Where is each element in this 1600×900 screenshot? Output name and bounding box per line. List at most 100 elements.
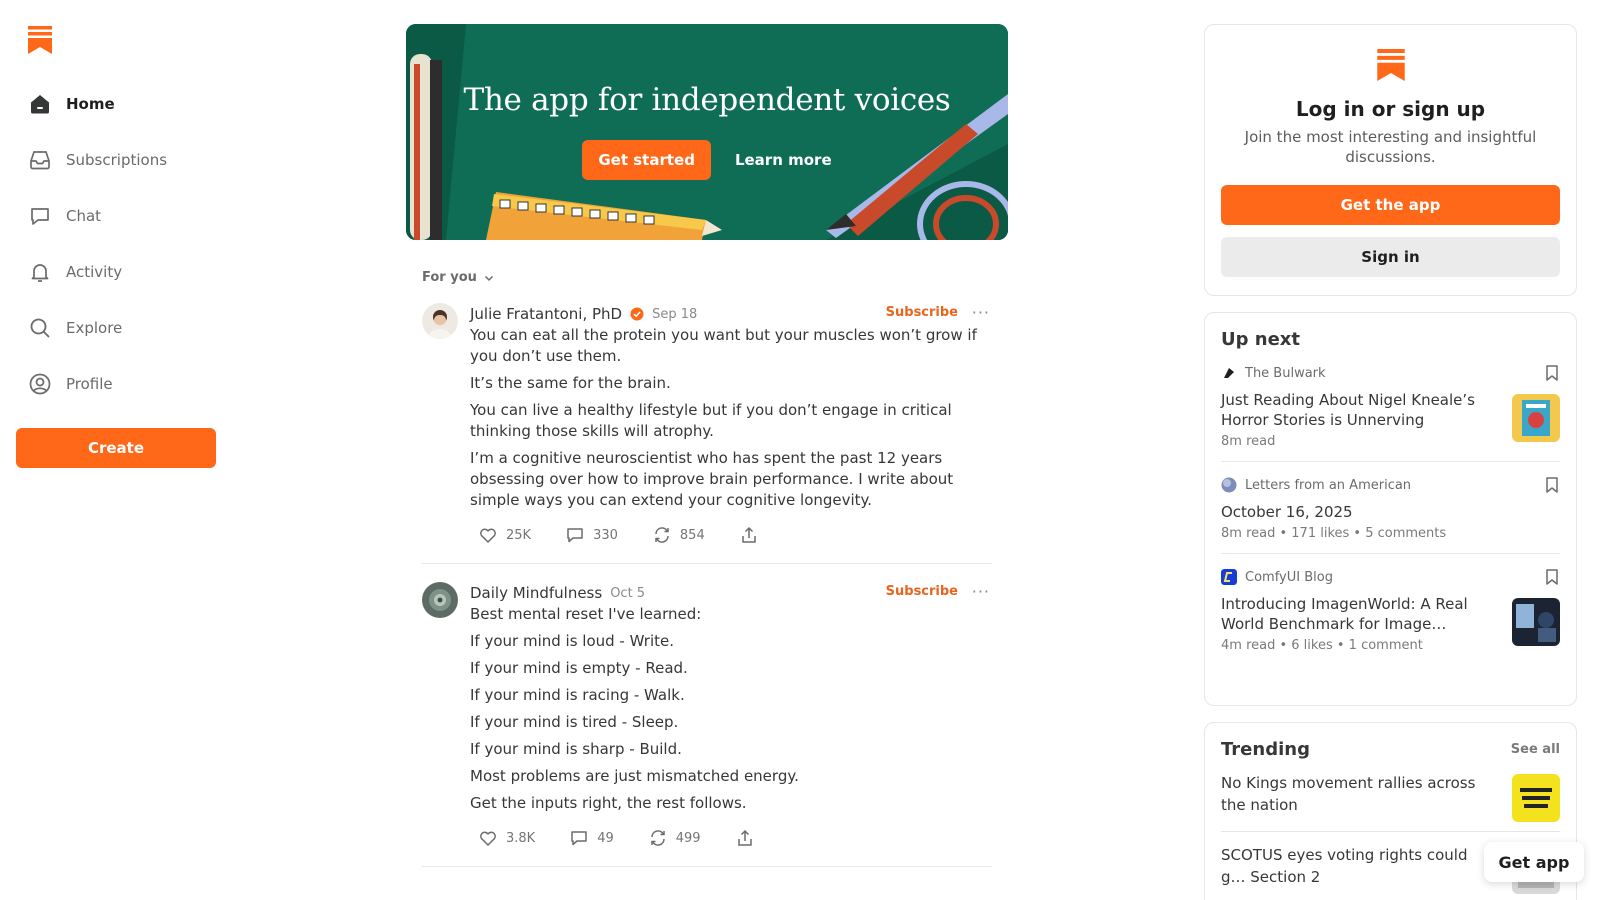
feed-filter-dropdown[interactable]: For you	[422, 270, 512, 285]
trending-title-text[interactable]: SCOTUS eyes voting rights could g… Secti…	[1221, 844, 1491, 888]
article-title[interactable]: October 16, 2025	[1221, 502, 1491, 522]
trending-title-text[interactable]: No Kings movement rallies across the nat…	[1221, 772, 1491, 816]
bookmark-icon[interactable]	[1544, 568, 1560, 586]
like-count: 3.8K	[506, 830, 536, 846]
share-button[interactable]	[731, 521, 767, 549]
post-author[interactable]: Julie Fratantoni, PhD	[470, 305, 622, 323]
sign-in-button[interactable]: Sign in	[1221, 237, 1560, 277]
nav-item-home[interactable]: Home	[16, 76, 216, 132]
heart-icon	[480, 528, 496, 543]
post-paragraph: If your mind is sharp - Build.	[470, 740, 682, 758]
create-button[interactable]: Create	[16, 428, 216, 468]
login-card: Log in or sign up Join the most interest…	[1204, 24, 1577, 296]
article-meta: 8m read	[1221, 434, 1276, 449]
nav-item-explore[interactable]: Explore	[16, 300, 216, 356]
restack-count: 499	[675, 830, 701, 846]
share-icon	[741, 526, 756, 543]
trending-item[interactable]: No Kings movement rallies across the nat…	[1221, 760, 1560, 832]
get-the-app-button[interactable]: Get the app	[1221, 185, 1560, 225]
feed-filter-label: For you	[422, 270, 477, 285]
post-body: Julie Fratantoni, PhD Sep 18 Subscribe ·…	[470, 303, 992, 553]
search-icon	[28, 316, 52, 340]
article-title[interactable]: Introducing ImagenWorld: A Real World Be…	[1221, 594, 1491, 634]
trending-title: Trending	[1221, 739, 1310, 760]
nav-label-profile: Profile	[66, 375, 113, 393]
restack-button[interactable]: 499	[640, 824, 709, 852]
publication: Letters from an American	[1221, 476, 1560, 494]
nav-label-subscriptions: Subscriptions	[66, 151, 168, 169]
article-thumbnail[interactable]	[1512, 598, 1560, 646]
get-started-button[interactable]: Get started	[582, 140, 711, 180]
nav-label-home: Home	[66, 95, 115, 113]
bookmark-icon[interactable]	[1544, 476, 1560, 494]
article-meta: 4m read • 6 likes • 1 comment	[1221, 638, 1423, 653]
nav-item-activity[interactable]: Activity	[16, 244, 216, 300]
like-button[interactable]: 25K	[470, 521, 539, 549]
article-title[interactable]: Just Reading About Nigel Kneale’s Horror…	[1221, 390, 1491, 430]
feed-post: Daily Mindfulness Oct 5 Subscribe ··· Be…	[422, 563, 992, 856]
trending-header: Trending See all	[1221, 723, 1560, 760]
post-paragraph: If your mind is racing - Walk.	[470, 686, 685, 704]
comment-icon	[567, 528, 583, 543]
up-next-title: Up next	[1221, 329, 1301, 350]
post-body: Daily Mindfulness Oct 5 Subscribe ··· Be…	[470, 582, 992, 856]
post-paragraph: You can eat all the protein you want but…	[470, 326, 977, 365]
more-options-icon[interactable]: ···	[972, 303, 990, 322]
left-sidebar: Home Subscriptions Chat Activity Explore	[0, 0, 232, 900]
learn-more-link[interactable]: Learn more	[735, 151, 832, 169]
like-button[interactable]: 3.8K	[470, 824, 543, 852]
nav-item-profile[interactable]: Profile	[16, 356, 216, 412]
login-subtitle: Join the most interesting and insightful…	[1244, 128, 1537, 166]
comment-icon	[571, 831, 587, 846]
comment-button[interactable]: 49	[561, 824, 622, 852]
avatar[interactable]	[422, 582, 458, 618]
nav-item-chat[interactable]: Chat	[16, 188, 216, 244]
letters-icon	[1221, 477, 1237, 493]
nav-label-chat: Chat	[66, 207, 102, 225]
subscribe-button[interactable]: Subscribe	[886, 584, 958, 599]
chevron-down-icon	[484, 275, 493, 281]
restack-icon	[650, 830, 665, 846]
login-title: Log in or sign up	[1295, 97, 1486, 121]
share-icon	[737, 829, 752, 846]
share-button[interactable]	[727, 824, 763, 852]
post-actions: 3.8K 49 499	[470, 820, 992, 856]
hero-banner: The app for independent voices Get start…	[406, 24, 1008, 240]
comment-count: 330	[593, 527, 618, 543]
verified-badge-icon	[630, 307, 644, 321]
profile-icon	[28, 372, 52, 396]
nav-item-subscriptions[interactable]: Subscriptions	[16, 132, 216, 188]
see-all-link[interactable]: See all	[1511, 742, 1560, 757]
main-nav: Home Subscriptions Chat Activity Explore	[16, 76, 216, 412]
trending-thumbnail[interactable]	[1512, 774, 1560, 822]
post-date: Oct 5	[610, 585, 646, 601]
restack-button[interactable]: 854	[644, 521, 713, 549]
publication: ComfyUI Blog	[1221, 568, 1560, 586]
article-thumbnail[interactable]	[1512, 394, 1560, 442]
post-paragraph: Most problems are just mismatched energy…	[470, 767, 799, 785]
chat-icon	[28, 204, 52, 228]
subscribe-button[interactable]: Subscribe	[886, 305, 958, 320]
post-paragraph: You can live a healthy lifestyle but if …	[470, 401, 952, 440]
post-actions: 25K 330 854	[470, 517, 992, 553]
up-next-item[interactable]: ComfyUI Blog Introducing ImagenWorld: A …	[1221, 554, 1560, 665]
post-author[interactable]: Daily Mindfulness	[470, 584, 602, 602]
substack-logo[interactable]	[28, 26, 52, 54]
comment-button[interactable]: 330	[557, 521, 626, 549]
right-column: Log in or sign up Join the most interest…	[1204, 24, 1577, 900]
up-next-item[interactable]: The Bulwark Just Reading About Nigel Kne…	[1221, 350, 1560, 462]
substack-logo	[1376, 49, 1405, 81]
hero-illustration	[406, 24, 1008, 240]
restack-icon	[655, 527, 669, 543]
avatar[interactable]	[422, 303, 458, 339]
more-options-icon[interactable]: ···	[972, 582, 990, 601]
floating-get-app-button[interactable]: Get app	[1484, 842, 1584, 882]
publication: The Bulwark	[1221, 364, 1560, 382]
heart-icon	[480, 831, 496, 846]
bookmark-icon[interactable]	[1544, 364, 1560, 382]
up-next-item[interactable]: Letters from an American October 16, 202…	[1221, 462, 1560, 554]
publication-name: The Bulwark	[1245, 365, 1326, 381]
post-paragraph: Best mental reset I've learned:	[470, 605, 702, 623]
bulwark-icon	[1221, 365, 1237, 381]
nav-label-activity: Activity	[66, 263, 123, 281]
